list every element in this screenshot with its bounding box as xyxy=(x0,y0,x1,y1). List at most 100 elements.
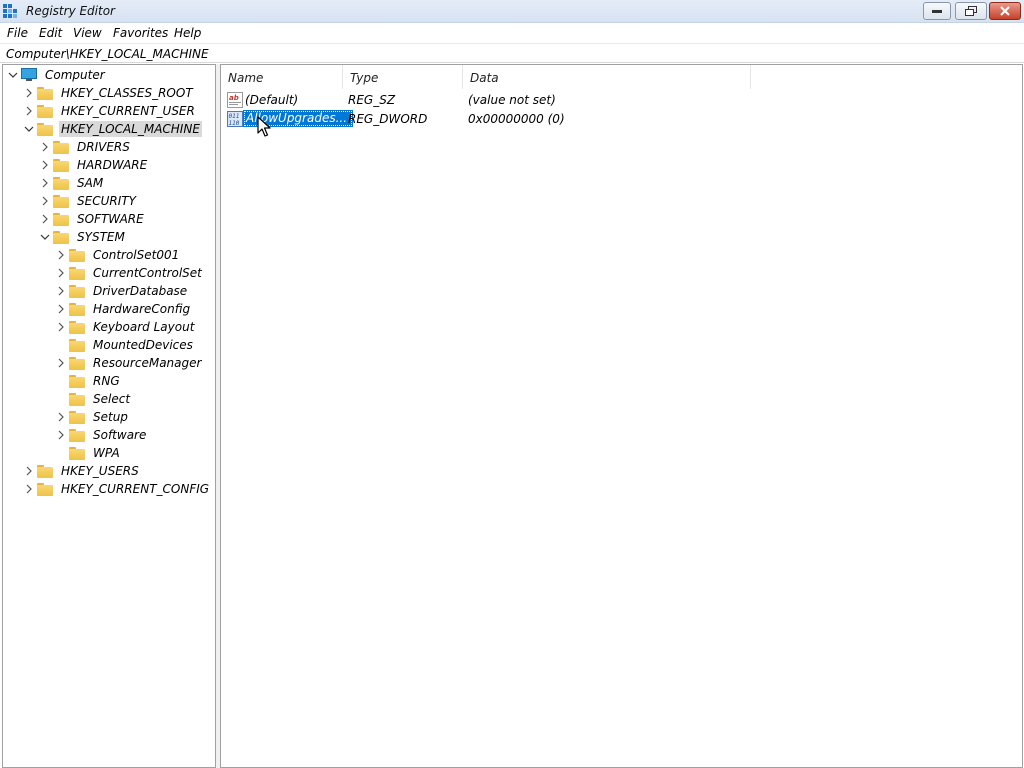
svg-text:ab: ab xyxy=(229,94,239,102)
value-data: 0x00000000 (0) xyxy=(468,112,565,126)
chevron-right-icon[interactable] xyxy=(37,210,53,228)
minimize-button[interactable] xyxy=(923,2,951,20)
tree-node-hkey-current-config[interactable]: HKEY_CURRENT_CONFIG xyxy=(21,480,211,498)
tree-node-hardware[interactable]: HARDWARE xyxy=(37,156,149,174)
chevron-right-icon[interactable] xyxy=(53,282,69,300)
folder-icon xyxy=(37,482,53,496)
folder-icon xyxy=(69,446,85,460)
tree-node-hardwareconfig[interactable]: HardwareConfig xyxy=(53,300,192,318)
list-row[interactable]: 011 110 AllowUpgrades... REG_DWORD 0x000… xyxy=(221,110,751,129)
chevron-right-icon[interactable] xyxy=(21,480,37,498)
chevron-down-icon[interactable] xyxy=(21,120,37,138)
folder-icon xyxy=(69,428,85,442)
tree-label: HKEY_LOCAL_MACHINE xyxy=(59,121,202,137)
chevron-right-icon[interactable] xyxy=(53,300,69,318)
chevron-right-icon[interactable] xyxy=(53,318,69,336)
folder-icon xyxy=(53,194,69,208)
tree-node-hkey-classes-root[interactable]: HKEY_CLASSES_ROOT xyxy=(21,84,195,102)
folder-icon xyxy=(53,230,69,244)
close-button[interactable] xyxy=(989,2,1021,20)
tree-node-driverdatabase[interactable]: DriverDatabase xyxy=(53,282,189,300)
chevron-right-icon[interactable] xyxy=(53,354,69,372)
tree-label: HKEY_CURRENT_USER xyxy=(61,104,195,118)
menu-help[interactable]: Help xyxy=(174,26,201,40)
folder-icon xyxy=(69,356,85,370)
column-header-type[interactable]: Type xyxy=(343,65,463,89)
tree-label: Software xyxy=(93,428,147,442)
folder-icon xyxy=(53,176,69,190)
menu-edit[interactable]: Edit xyxy=(39,26,62,40)
tree-label: WPA xyxy=(93,446,120,460)
title-bar: Registry Editor xyxy=(0,0,1024,23)
tree-node-drivers[interactable]: DRIVERS xyxy=(37,138,132,156)
tree-node-software[interactable]: SOFTWARE xyxy=(37,210,146,228)
chevron-right-icon[interactable] xyxy=(21,462,37,480)
chevron-down-icon[interactable] xyxy=(37,228,53,246)
menu-view[interactable]: View xyxy=(73,26,102,40)
tree-label: HardwareConfig xyxy=(93,302,191,316)
close-icon xyxy=(1000,6,1010,16)
tree-node-hkey-users[interactable]: HKEY_USERS xyxy=(21,462,141,480)
tree-node-resourcemanager[interactable]: ResourceManager xyxy=(53,354,203,372)
value-type: REG_SZ xyxy=(348,93,396,107)
folder-icon xyxy=(69,338,85,352)
tree-label: SECURITY xyxy=(77,194,136,208)
regedit-icon xyxy=(3,4,17,18)
folder-icon xyxy=(69,302,85,316)
restore-button[interactable] xyxy=(955,2,987,20)
folder-icon xyxy=(53,158,69,172)
tree-label: Computer xyxy=(45,68,105,82)
tree-node-system[interactable]: SYSTEM xyxy=(37,228,127,246)
folder-icon xyxy=(69,284,85,298)
menu-favorites[interactable]: Favorites xyxy=(113,26,168,40)
tree-label: RNG xyxy=(93,374,120,388)
value-type: REG_DWORD xyxy=(348,112,428,126)
chevron-right-icon[interactable] xyxy=(53,264,69,282)
address-path[interactable]: Computer\HKEY_LOCAL_MACHINE xyxy=(6,47,209,61)
tree-label: ControlSet001 xyxy=(93,248,180,262)
folder-icon xyxy=(37,86,53,100)
chevron-right-icon[interactable] xyxy=(37,192,53,210)
tree-node-controlset001[interactable]: ControlSet001 xyxy=(53,246,181,264)
menu-file[interactable]: File xyxy=(7,26,28,40)
tree-node-mounteddevices[interactable]: MountedDevices xyxy=(53,336,195,354)
tree-node-select[interactable]: Select xyxy=(53,390,132,408)
tree-node-hkey-current-user[interactable]: HKEY_CURRENT_USER xyxy=(21,102,197,120)
tree-node-software[interactable]: Software xyxy=(53,426,148,444)
address-bar[interactable]: Computer\HKEY_LOCAL_MACHINE xyxy=(0,43,1024,63)
window-title: Registry Editor xyxy=(26,4,115,18)
tree-node-computer[interactable]: Computer xyxy=(5,66,107,84)
list-row[interactable]: ab (Default) REG_SZ (value not set) xyxy=(221,91,751,110)
chevron-right-icon[interactable] xyxy=(21,102,37,120)
tree-label: HKEY_CURRENT_CONFIG xyxy=(61,482,210,496)
string-value-icon: ab xyxy=(227,92,243,108)
tree-node-setup[interactable]: Setup xyxy=(53,408,130,426)
computer-icon xyxy=(21,68,37,81)
tree-node-wpa[interactable]: WPA xyxy=(53,444,122,462)
menu-bar: File Edit View Favorites Help xyxy=(0,23,1024,43)
chevron-right-icon[interactable] xyxy=(53,246,69,264)
chevron-right-icon[interactable] xyxy=(37,156,53,174)
tree-node-security[interactable]: SECURITY xyxy=(37,192,138,210)
chevron-right-icon[interactable] xyxy=(53,426,69,444)
chevron-right-icon[interactable] xyxy=(21,84,37,102)
folder-icon xyxy=(53,140,69,154)
tree-label: DRIVERS xyxy=(77,140,130,154)
column-header-data[interactable]: Data xyxy=(463,65,751,89)
tree-node-rng[interactable]: RNG xyxy=(53,372,122,390)
column-header-name[interactable]: Name xyxy=(221,65,343,89)
key-tree[interactable]: Computer HKEY_CLASSES_ROOT HKEY_CURRENT_U… xyxy=(2,64,216,768)
values-list[interactable]: Name Type Data ab (Default) REG_SZ (valu… xyxy=(220,64,1023,768)
tree-label: ResourceManager xyxy=(93,356,202,370)
chevron-right-icon[interactable] xyxy=(37,138,53,156)
chevron-down-icon[interactable] xyxy=(5,66,21,84)
tree-node-keyboard-layout[interactable]: Keyboard Layout xyxy=(53,318,196,336)
tree-label: HARDWARE xyxy=(77,158,148,172)
chevron-right-icon[interactable] xyxy=(37,174,53,192)
chevron-right-icon[interactable] xyxy=(53,408,69,426)
tree-node-currentcontrolset[interactable]: CurrentControlSet xyxy=(53,264,204,282)
folder-icon xyxy=(37,122,53,136)
value-name-selected[interactable]: AllowUpgrades... xyxy=(243,110,354,127)
tree-node-sam[interactable]: SAM xyxy=(37,174,105,192)
tree-node-hkey-local-machine[interactable]: HKEY_LOCAL_MACHINE xyxy=(21,120,202,138)
